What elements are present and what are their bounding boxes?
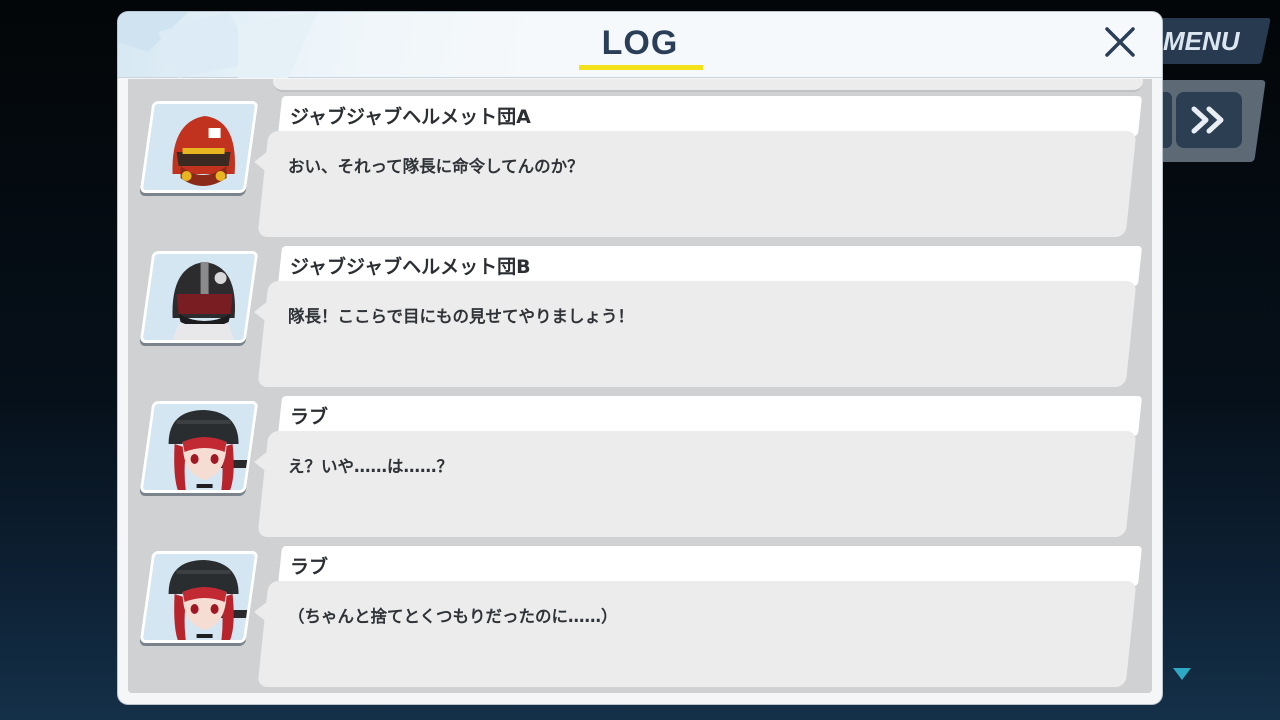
portrait-red-helmet [139, 101, 259, 193]
close-button[interactable] [1102, 24, 1138, 60]
portrait-love [139, 551, 259, 643]
message-bubble [257, 131, 1137, 237]
skip-button[interactable] [1176, 92, 1242, 148]
message-text: （ちゃんと捨てとくつもりだったのに……） [288, 607, 618, 626]
message-text: 隊長！ここらで目にもの見せてやりましょう！ [288, 307, 635, 326]
title-underline [579, 65, 703, 70]
message-bubble-notch [254, 301, 268, 323]
message-bubble-notch [254, 451, 268, 473]
portrait-love [139, 401, 259, 493]
speaker-name-tab [277, 546, 1143, 586]
message-bubble [257, 281, 1137, 387]
speaker-name-tab [277, 396, 1143, 436]
message-bubble [257, 431, 1137, 537]
message-bubble-notch [254, 151, 268, 173]
log-entry: ジャブジャブヘルメット団B 隊長！ここらで目にもの見せてやりましょう！ [128, 246, 1152, 397]
scroll-down-arrow-icon[interactable] [1173, 668, 1191, 680]
log-title: LOG [601, 24, 679, 62]
speaker-name: ラブ [290, 556, 329, 578]
speaker-name: ジャブジャブヘルメット団A [290, 106, 531, 128]
menu-button-label[interactable]: MENU [1163, 26, 1240, 57]
log-scroll-area[interactable]: ジャブジャブヘルメット団A おい、それって隊長に命令してんのか？ ジャブジャブヘ… [128, 79, 1152, 693]
speaker-name: ラブ [290, 406, 329, 428]
fast-forward-icon [1191, 106, 1224, 134]
log-entry: ラブ え？いや……は……？ [128, 396, 1152, 547]
message-bubble-notch [254, 601, 268, 623]
log-window: LOG ジャブジャブヘルメット団A おい、それって隊長に命令してんのか？ ジャブ… [118, 12, 1162, 704]
portrait-black-helmet [139, 251, 259, 343]
speaker-name: ジャブジャブヘルメット団B [290, 256, 531, 278]
close-icon [1105, 27, 1135, 57]
message-text: え？いや……は……？ [288, 457, 453, 476]
message-bubble [257, 581, 1137, 687]
log-entry: ジャブジャブヘルメット団A おい、それって隊長に命令してんのか？ [128, 96, 1152, 247]
message-text: おい、それって隊長に命令してんのか？ [288, 157, 584, 176]
previous-entry-edge [273, 79, 1143, 92]
log-entry: ラブ （ちゃんと捨てとくつもりだったのに……） [128, 546, 1152, 693]
log-header: LOG [118, 12, 1162, 78]
